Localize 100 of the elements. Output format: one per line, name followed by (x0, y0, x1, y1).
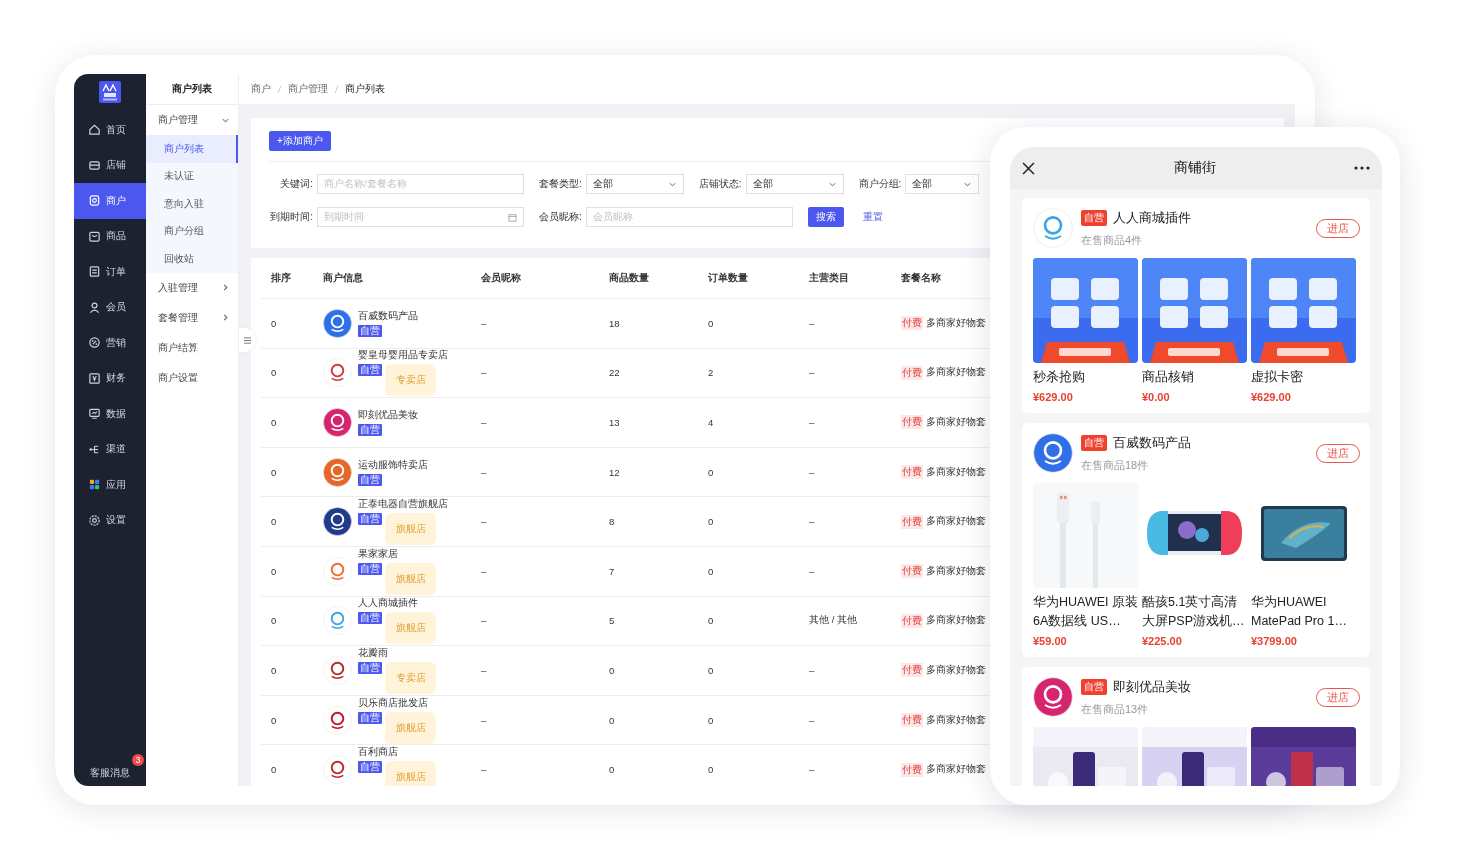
merchant-tag: 自营 (358, 661, 382, 674)
breadcrumb-item[interactable]: 商户 (251, 82, 271, 96)
more-icon[interactable] (1354, 166, 1370, 170)
merchant-name: 百威数码产品 (358, 309, 418, 323)
breadcrumb-item[interactable]: 商户列表 (345, 82, 385, 96)
product-name: 华为HUAWEI 原装6A数据线 US… (1033, 594, 1138, 630)
table-cell-text: – (808, 764, 816, 776)
paid-tag: 付费 (901, 713, 923, 728)
merchant-name: 百利商店 (358, 746, 399, 760)
product-count: 在售商品18件 (1081, 457, 1150, 473)
table-cell-text: 12 (608, 466, 621, 478)
bag-icon (88, 229, 101, 243)
merchant-tag: 自营 (358, 612, 382, 625)
yen-icon (88, 371, 101, 385)
product-name: 华为HUAWEI MatePad Pro 1… (1251, 594, 1348, 630)
table-cell-text: 0 (608, 664, 616, 676)
select-field[interactable]: 全部 (585, 174, 684, 194)
merchant-tag: 自营 (358, 473, 382, 486)
nav-item[interactable]: 数据 (74, 396, 146, 432)
shop-name: 即刻优品美妆 (1113, 677, 1191, 696)
shop-name: 百威数码产品 (1113, 433, 1191, 452)
table-cell: 多商家好物套 (926, 416, 986, 429)
table-cell-text: 0 (707, 565, 715, 577)
self-operated-tag: 自营 (1081, 434, 1107, 451)
shop-logo (323, 457, 352, 487)
submenu-item[interactable]: 商户结算 (146, 332, 238, 363)
product-name: 虚拟卡密 (1251, 369, 1304, 386)
nav-item[interactable]: 财务 (74, 360, 146, 396)
column-header: 商品数量 (608, 271, 650, 285)
search-button[interactable]: 搜索 (807, 207, 844, 227)
table-cell: 多商家好物套 (926, 663, 986, 677)
table-cell-text: 0 (608, 764, 616, 776)
nav-item[interactable]: 商品 (74, 218, 146, 254)
column-header: 商户信息 (322, 271, 364, 285)
product-name: 秒杀抢购 (1033, 369, 1086, 386)
nav-item[interactable]: 店铺 (74, 147, 146, 183)
store-icon (88, 158, 101, 172)
field-label: 到期时间: (269, 210, 313, 224)
submenu-item[interactable]: 未认证 (146, 162, 238, 190)
product-name: 酷孩5.1英寸高清大屏PSP游戏机… (1142, 594, 1246, 630)
chevron-right-icon (221, 283, 230, 292)
enter-shop-button[interactable]: 进店 (1316, 218, 1360, 238)
table-cell: 多商家好物套 (926, 316, 986, 330)
table-cell-text: – (480, 417, 488, 428)
nav-item[interactable]: 首页 (74, 112, 146, 148)
merchant-tag: 自营 (358, 324, 382, 337)
select-field[interactable]: 全部 (745, 174, 844, 194)
table-cell-text: 0 (270, 516, 278, 528)
breadcrumb-item[interactable]: 商户管理 (288, 82, 328, 96)
apps-icon (88, 478, 101, 492)
select-field[interactable]: 全部 (905, 174, 980, 194)
separator-icon (277, 84, 282, 94)
submenu-item[interactable]: 套餐管理 (146, 302, 238, 333)
nav-item[interactable]: 营销 (74, 325, 146, 361)
submenu-item[interactable]: 入驻管理 (146, 272, 238, 303)
product-price: ¥629.00 (1251, 391, 1292, 403)
paid-tag: 付费 (901, 316, 923, 331)
shop-logo (323, 705, 352, 735)
submenu-item[interactable]: 商户列表 (146, 135, 238, 163)
table-cell-text: 0 (707, 764, 715, 776)
nav-item[interactable]: 商户 (74, 183, 146, 219)
table-cell-text: 0 (707, 516, 715, 528)
table-cell-text: 8 (608, 516, 616, 528)
table-cell-text: – (808, 664, 816, 676)
table-cell: 多商家好物套 (926, 614, 986, 628)
table-cell-text: 0 (707, 466, 715, 478)
table-cell-text: 0 (270, 367, 278, 379)
reset-link[interactable]: 重置 (862, 210, 883, 224)
submenu-item[interactable]: 商户管理 (146, 105, 238, 135)
table-cell-text: – (808, 516, 816, 528)
nav-item[interactable]: 订单 (74, 254, 146, 290)
close-icon[interactable] (1022, 161, 1035, 175)
table-cell-text: 0 (270, 764, 278, 776)
paid-tag: 付费 (901, 564, 923, 579)
nav-item[interactable]: 会员 (74, 289, 146, 325)
table-cell-text: – (480, 367, 488, 379)
table-cell-text: – (808, 714, 816, 726)
submenu-item[interactable]: 商户设置 (146, 362, 238, 393)
nav-item[interactable]: 渠道 (74, 431, 146, 467)
customer-service-link[interactable]: 客服消息 (90, 766, 130, 780)
table-cell-text: – (480, 565, 488, 577)
enter-shop-button[interactable]: 进店 (1316, 687, 1360, 707)
shop-name: 人人商城插件 (1113, 208, 1191, 227)
submenu-item[interactable]: 意向入驻 (146, 190, 238, 218)
merchant-name: 果家家居 (358, 547, 399, 561)
table-cell-text: – (480, 516, 488, 528)
merchant-name: 婴皇母婴用品专卖店 (358, 349, 448, 363)
submenu-item[interactable]: 商户分组 (146, 217, 238, 245)
enter-shop-button[interactable]: 进店 (1316, 443, 1360, 463)
submenu-item[interactable]: 回收站 (146, 245, 238, 273)
self-operated-tag: 自营 (1081, 209, 1107, 226)
shop-logo (1033, 677, 1073, 717)
column-header: 排序 (270, 271, 292, 285)
nav-item[interactable]: 应用 (74, 467, 146, 503)
product-name: 商品核销 (1142, 369, 1195, 386)
add-merchant-button[interactable]: +添加商户 (269, 131, 331, 151)
collapse-icon[interactable] (243, 336, 251, 344)
shop-logo (323, 308, 352, 338)
merchant-tag: 自营 (358, 364, 382, 377)
nav-item[interactable]: 设置 (74, 502, 146, 538)
